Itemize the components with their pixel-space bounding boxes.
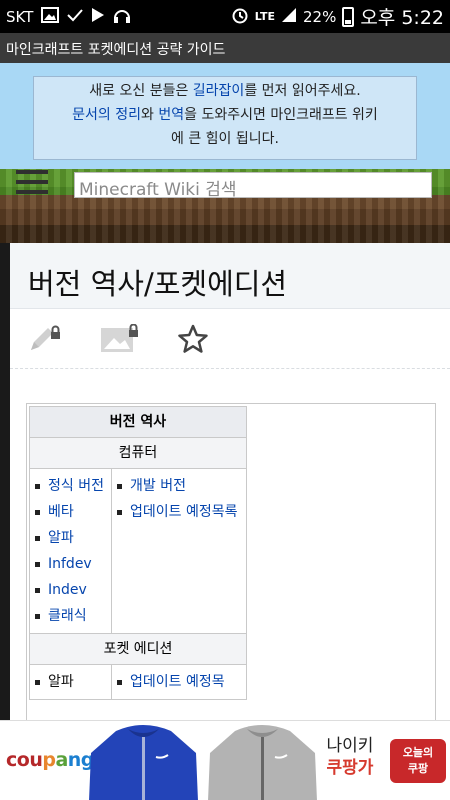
app-title: 마인크래프트 포켓에디션 공략 가이드 bbox=[6, 42, 226, 58]
gallery-icon bbox=[41, 7, 60, 26]
menu-icon[interactable] bbox=[16, 170, 48, 196]
site-notice: 새로 오신 분들은 길라잡이를 먼저 읽어주세요. 문서의 정리와 번역을 도와… bbox=[33, 76, 417, 160]
notice-line-1: 새로 오신 분들은 길라잡이를 먼저 읽어주세요. bbox=[89, 83, 361, 99]
blue-hoodie-image[interactable] bbox=[86, 723, 201, 800]
beta-link[interactable]: 베타 bbox=[48, 504, 74, 520]
page-content: 버전 역사/포켓에디션 버전 역사 컴퓨터 정식 버전 베타 알파 Infdev… bbox=[0, 243, 450, 723]
ad-banner[interactable]: coupang 나이키 쿠팡가 오늘의 쿠팡 bbox=[0, 720, 450, 800]
upload-image-locked-icon[interactable] bbox=[100, 323, 140, 354]
navbox-table: 버전 역사 컴퓨터 정식 버전 베타 알파 Infdev Indev 클래식 개… bbox=[29, 406, 247, 700]
alarm-icon bbox=[231, 6, 249, 27]
navbox-section-computer: 컴퓨터 bbox=[29, 437, 247, 469]
clock: 오후 5:22 bbox=[360, 7, 444, 29]
navbox-col-3: 알파 bbox=[29, 664, 112, 700]
navbox-col-1: 정식 버전 베타 알파 Infdev Indev 클래식 bbox=[29, 468, 112, 634]
navbox-col-4: 업데이트 예정목 bbox=[111, 664, 247, 700]
notice-line-2: 문서의 정리와 번역을 도와주시면 마인크래프트 위키 bbox=[72, 107, 378, 123]
alpha-link[interactable]: 알파 bbox=[48, 530, 74, 546]
dev-version-link[interactable]: 개발 버전 bbox=[130, 478, 186, 494]
organize-docs-link[interactable]: 문서의 정리 bbox=[72, 107, 141, 123]
signal-icon bbox=[281, 7, 297, 26]
ad-badge[interactable]: 오늘의 쿠팡 bbox=[390, 739, 446, 783]
wiki-header: 새로 오신 분들은 길라잡이를 먼저 읽어주세요. 문서의 정리와 번역을 도와… bbox=[0, 63, 450, 243]
classic-link[interactable]: 클래식 bbox=[48, 608, 87, 624]
pe-planned-updates-link[interactable]: 업데이트 예정목 bbox=[130, 674, 225, 690]
version-navbox: 버전 역사 컴퓨터 정식 버전 베타 알파 Infdev Indev 클래식 개… bbox=[26, 403, 436, 723]
release-link[interactable]: 정식 버전 bbox=[48, 478, 104, 494]
carrier-label: SKT bbox=[6, 7, 34, 26]
translation-link[interactable]: 번역 bbox=[158, 107, 184, 123]
edit-locked-icon[interactable] bbox=[28, 324, 62, 354]
app-title-bar: 마인크래프트 포켓에디션 공략 가이드 bbox=[0, 33, 450, 63]
infdev-link[interactable]: Infdev bbox=[48, 556, 92, 572]
battery-percent: 22% bbox=[302, 7, 337, 26]
notice-line-3: 에 큰 힘이 됩니다. bbox=[171, 131, 279, 147]
pe-alpha-label: 알파 bbox=[48, 674, 74, 690]
ad-brand: 나이키 쿠팡가 bbox=[326, 736, 374, 778]
list-item: 알파 bbox=[34, 525, 109, 551]
list-item: 클래식 bbox=[34, 603, 109, 629]
page-title: 버전 역사/포켓에디션 bbox=[28, 267, 288, 301]
navbox-col-2: 개발 버전 업데이트 예정목록 bbox=[111, 468, 247, 634]
list-item: Infdev bbox=[34, 551, 109, 577]
guide-link[interactable]: 길라잡이 bbox=[193, 83, 245, 99]
gray-hoodie-image[interactable] bbox=[205, 723, 320, 800]
search-input[interactable]: Minecraft Wiki 검색 bbox=[74, 172, 432, 200]
list-item: 개발 버전 bbox=[116, 473, 244, 499]
list-item: 업데이트 예정목 bbox=[116, 669, 244, 695]
headset-icon bbox=[113, 7, 131, 26]
list-item: 정식 버전 bbox=[34, 473, 109, 499]
coupang-logo[interactable]: coupang bbox=[6, 749, 94, 771]
network-label: LTE bbox=[254, 10, 275, 23]
list-item: 베타 bbox=[34, 499, 109, 525]
list-item: Indev bbox=[34, 577, 109, 603]
indev-link[interactable]: Indev bbox=[48, 582, 87, 598]
list-item: 업데이트 예정목록 bbox=[116, 499, 244, 525]
play-icon bbox=[91, 7, 105, 26]
title-area: 버전 역사/포켓에디션 bbox=[10, 243, 450, 309]
navbox-title: 버전 역사 bbox=[29, 406, 247, 438]
battery-icon bbox=[342, 6, 355, 27]
planned-updates-link[interactable]: 업데이트 예정목록 bbox=[130, 504, 238, 520]
watch-star-icon[interactable] bbox=[178, 324, 208, 354]
status-bar: SKT LTE 22% 오후 5:22 bbox=[0, 0, 450, 33]
list-item: 알파 bbox=[34, 669, 109, 695]
page-actions bbox=[10, 309, 450, 369]
navbox-section-pocket: 포켓 에디션 bbox=[29, 633, 247, 665]
check-icon bbox=[67, 8, 84, 25]
